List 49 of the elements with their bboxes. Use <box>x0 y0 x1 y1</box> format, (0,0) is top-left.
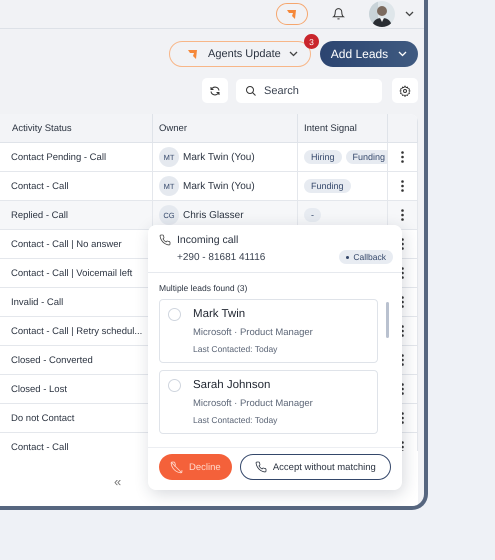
lead-name: Mark Twin <box>193 308 246 321</box>
status-cell: Replied - Call <box>6 201 153 230</box>
refresh-icon <box>209 84 221 96</box>
notification-badge: 3 <box>304 34 319 49</box>
column-header: Activity Status <box>6 114 153 143</box>
phone-off-icon <box>170 460 183 474</box>
accept-button[interactable]: Accept without matching <box>240 454 391 480</box>
refresh-button[interactable] <box>202 78 228 103</box>
column-header: Owner <box>153 114 298 143</box>
search-icon <box>245 84 257 96</box>
more-icon[interactable] <box>401 209 404 221</box>
agents-update-button[interactable]: Agents Update <box>169 41 311 67</box>
bell-icon[interactable] <box>332 7 345 21</box>
arrow-logo-icon <box>186 47 200 61</box>
add-leads-button[interactable]: Add Leads <box>320 41 418 67</box>
lead-card[interactable]: Mark Twin Microsoft · Product Manager Last Contacted: Today <box>159 299 378 363</box>
lead-company-role: Microsoft · Product Manager <box>193 398 314 409</box>
intent-tag: Funding <box>346 150 387 164</box>
status-cell: Contact - Call <box>6 172 153 201</box>
phone-number: +290 - 81681 41116 <box>177 252 266 262</box>
last-contacted: Last Contacted: Today <box>193 415 278 425</box>
arrow-logo-icon <box>285 7 299 21</box>
owner-name: Chris Glasser <box>183 210 244 220</box>
owner-name: Mark Twin (You) <box>183 180 255 192</box>
owner-name: Mark Twin (You) <box>183 152 255 162</box>
more-icon[interactable] <box>401 180 404 192</box>
intent-tag: Hiring <box>304 150 342 164</box>
radio-button[interactable] <box>168 379 181 392</box>
settings-icon <box>399 84 411 96</box>
phone-icon <box>254 461 267 473</box>
phone-icon <box>159 234 171 246</box>
intent-tag: Funding <box>304 179 351 193</box>
last-contacted: Last Contacted: Today <box>193 344 278 354</box>
settings-button[interactable] <box>392 78 418 103</box>
status-cell: Contact Pending - Call <box>6 143 153 172</box>
call-title: Incoming call <box>177 234 240 246</box>
column-header: Intent Signal <box>298 114 388 143</box>
lead-name: Sarah Johnson <box>193 379 272 392</box>
callback-tag: Callback <box>339 250 393 264</box>
chevron-down-icon <box>288 51 298 57</box>
chevron-down-icon <box>398 51 408 57</box>
first-page-button[interactable]: « <box>114 474 122 488</box>
intent-tag: - <box>304 208 321 222</box>
more-icon[interactable] <box>401 151 404 163</box>
lead-company-role: Microsoft · Product Manager <box>193 327 314 338</box>
lead-card[interactable]: Sarah Johnson Microsoft · Product Manager Last Contacted: Today <box>159 370 378 434</box>
radio-button[interactable] <box>168 308 181 321</box>
section-label: Multiple leads found (3) <box>158 282 248 295</box>
search-field[interactable]: Search <box>236 78 382 102</box>
